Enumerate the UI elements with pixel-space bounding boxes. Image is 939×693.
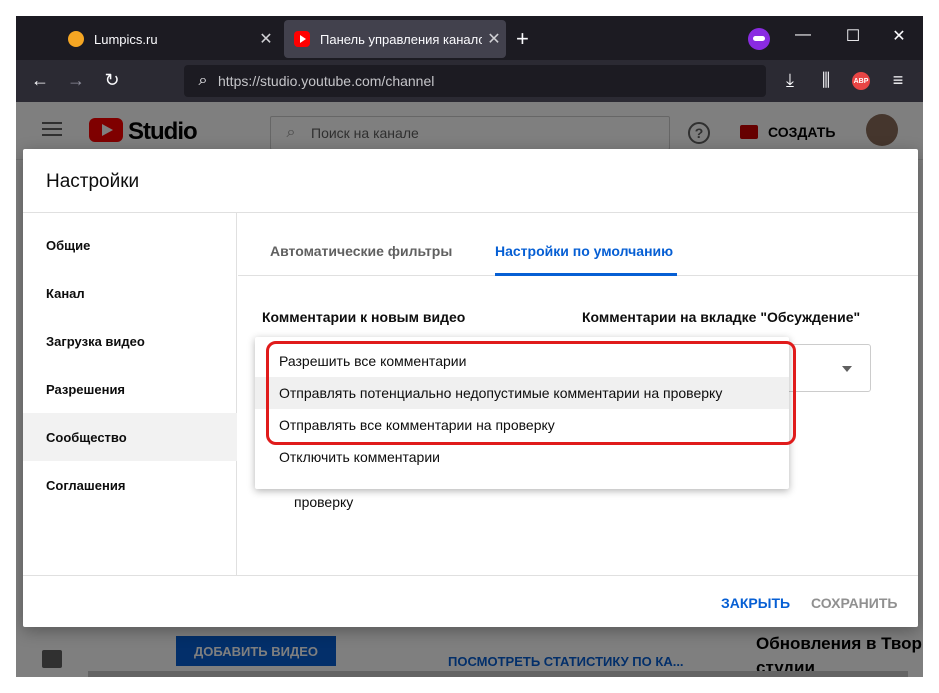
- close-window-icon[interactable]: ✕: [884, 26, 914, 46]
- private-mask-icon: [748, 28, 770, 50]
- settings-sidebar: Общие Канал Загрузка видео Разрешения Со…: [23, 213, 237, 575]
- menu-icon[interactable]: ≡: [886, 70, 910, 91]
- option-hold-inappropriate[interactable]: Отправлять потенциально недопустимые ком…: [255, 377, 789, 409]
- settings-tabs: Автоматические фильтры Настройки по умол…: [238, 213, 918, 276]
- active-tab-indicator: [495, 273, 677, 276]
- library-icon[interactable]: ⫼: [814, 70, 838, 91]
- tab-title: Lumpics.ru: [94, 31, 158, 47]
- tab-title: Панель управления каналом: [320, 31, 482, 47]
- option-disable-comments[interactable]: Отключить комментарии: [255, 441, 789, 473]
- sidebar-item-community[interactable]: Сообщество: [23, 413, 237, 461]
- search-icon: ⌕: [198, 72, 208, 89]
- maximize-icon[interactable]: ☐: [838, 26, 868, 46]
- browser-window: Lumpics.ru ✕ Панель управления каналом ✕…: [16, 16, 923, 677]
- sidebar-item-upload-defaults[interactable]: Загрузка видео: [23, 317, 237, 365]
- discussion-comments-heading: Комментарии на вкладке "Обсуждение": [582, 309, 861, 325]
- option-hold-all[interactable]: Отправлять все комментарии на проверку: [255, 409, 789, 441]
- save-button[interactable]: СОХРАНИТЬ: [811, 595, 897, 611]
- new-tab-button[interactable]: +: [516, 26, 529, 52]
- divider: [23, 575, 918, 576]
- close-button[interactable]: ЗАКРЫТЬ: [721, 595, 790, 611]
- minimize-icon[interactable]: —: [788, 26, 818, 44]
- back-arrow-icon[interactable]: ←: [28, 70, 52, 91]
- sidebar-item-agreements[interactable]: Соглашения: [23, 461, 237, 509]
- forward-arrow-icon[interactable]: →: [64, 70, 88, 91]
- tab-defaults[interactable]: Настройки по умолчанию: [495, 243, 673, 259]
- address-bar[interactable]: ⌕ https://studio.youtube.com/channel: [184, 65, 766, 97]
- tab-lumpics[interactable]: Lumpics.ru ✕: [58, 20, 278, 58]
- youtube-favicon-icon: [294, 31, 310, 47]
- url-text: https://studio.youtube.com/channel: [218, 73, 435, 89]
- tab-youtube-studio[interactable]: Панель управления каналом ✕: [284, 20, 506, 58]
- reload-icon[interactable]: ↻: [100, 70, 124, 91]
- tab-automated-filters[interactable]: Автоматические фильтры: [270, 243, 452, 259]
- tab-bar: Lumpics.ru ✕ Панель управления каналом ✕…: [16, 16, 923, 60]
- new-video-comments-heading: Комментарии к новым видео: [262, 309, 466, 325]
- nav-bar: ← → ↻ ⌕ https://studio.youtube.com/chann…: [16, 60, 923, 102]
- sidebar-item-general[interactable]: Общие: [23, 221, 237, 269]
- close-tab-icon[interactable]: ✕: [482, 29, 506, 49]
- lumpics-favicon-icon: [68, 31, 84, 47]
- adblock-icon[interactable]: ABP: [852, 72, 870, 90]
- download-icon[interactable]: ⤓: [778, 70, 802, 91]
- chevron-down-icon: [842, 366, 852, 372]
- sidebar-item-channel[interactable]: Канал: [23, 269, 237, 317]
- sidebar-item-permissions[interactable]: Разрешения: [23, 365, 237, 413]
- hidden-option-text: проверку: [294, 494, 354, 510]
- comments-dropdown-menu: Разрешить все комментарии Отправлять пот…: [255, 337, 789, 489]
- option-allow-all[interactable]: Разрешить все комментарии: [255, 345, 789, 377]
- close-tab-icon[interactable]: ✕: [254, 29, 278, 49]
- dialog-title: Настройки: [46, 171, 140, 192]
